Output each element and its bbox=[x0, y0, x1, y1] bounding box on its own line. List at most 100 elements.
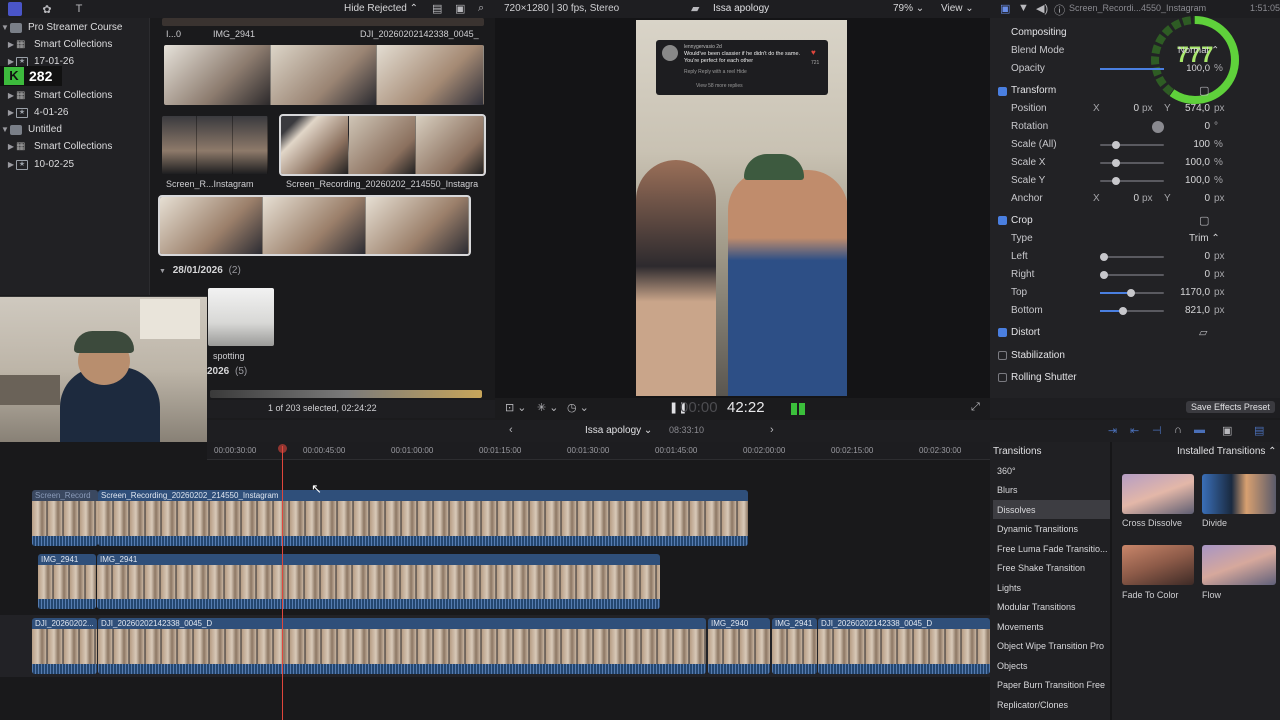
view-menu[interactable]: View ⌄ bbox=[941, 3, 974, 14]
skimming-icon[interactable]: ⊣ bbox=[1152, 424, 1162, 437]
solo-icon[interactable]: ▬ bbox=[1194, 424, 1205, 436]
transition-category[interactable]: Modular Transitions bbox=[993, 598, 1110, 617]
stabilization-checkbox[interactable] bbox=[998, 351, 1007, 360]
transition-thumb-divide[interactable] bbox=[1202, 474, 1276, 514]
titles-icon[interactable]: T bbox=[72, 2, 86, 16]
opacity-value[interactable]: 100,0 bbox=[1170, 63, 1210, 74]
disclosure-right-icon[interactable]: ▶ bbox=[6, 40, 16, 49]
crop-right-slider[interactable] bbox=[1100, 271, 1164, 279]
transition-category[interactable]: Replicator/Clones bbox=[993, 695, 1110, 714]
hide-rejected-menu[interactable]: Hide Rejected ⌃ bbox=[344, 3, 418, 14]
crop-top-value[interactable]: 1170,0 bbox=[1170, 287, 1210, 298]
transition-category[interactable]: Blurs bbox=[993, 481, 1110, 500]
position-x-value[interactable]: 0 bbox=[1115, 103, 1139, 114]
timeline-clip[interactable]: DJI_20260202142338_0045_D bbox=[98, 618, 706, 674]
transition-category[interactable]: Free Luma Fade Transitio... bbox=[993, 539, 1110, 558]
disclosure-right-icon[interactable]: ▶ bbox=[6, 142, 16, 151]
sidebar-item-smart-collections-3[interactable]: ▶ ▦ Smart Collections bbox=[6, 138, 112, 155]
crop-bottom-value[interactable]: 821,0 bbox=[1170, 305, 1210, 316]
scale-x-slider[interactable] bbox=[1100, 159, 1164, 167]
timeline-clip[interactable]: IMG_2941 bbox=[38, 554, 96, 609]
disclosure-right-icon[interactable]: ▶ bbox=[6, 57, 16, 66]
timeline-clip[interactable]: DJI_20260202142338_0045_D bbox=[818, 618, 990, 674]
crop-top-slider[interactable] bbox=[1100, 289, 1164, 297]
clip-thumbnail[interactable] bbox=[162, 18, 484, 26]
year-group-header[interactable]: 2026 (5) bbox=[207, 366, 247, 377]
clip-thumbnail-screen-rec-2[interactable] bbox=[279, 114, 486, 176]
sidebar-item-smart-collections-1[interactable]: ▶ ▦ Smart Collections bbox=[6, 36, 112, 53]
timeline-clip[interactable]: IMG_2940 bbox=[708, 618, 770, 674]
transition-category[interactable]: Lights bbox=[993, 578, 1110, 597]
clip-thumbnail[interactable] bbox=[210, 390, 482, 398]
video-inspector-icon[interactable]: ▣ bbox=[1000, 2, 1010, 15]
save-effects-preset-button[interactable]: Save Effects Preset bbox=[1186, 401, 1275, 413]
distort-checkbox[interactable] bbox=[998, 328, 1007, 337]
timeline-clip[interactable]: IMG_2941 bbox=[97, 554, 660, 609]
disclosure-right-icon[interactable]: ▶ bbox=[6, 160, 16, 169]
fullscreen-icon[interactable]: ⤢ bbox=[971, 401, 980, 414]
back-arrow-icon[interactable]: ‹ bbox=[509, 424, 513, 436]
transition-thumb-cross-dissolve[interactable] bbox=[1122, 474, 1194, 514]
clip-thumbnail-dji[interactable] bbox=[164, 45, 484, 105]
scale-x-value[interactable]: 100,0 bbox=[1175, 157, 1210, 168]
scale-y-value[interactable]: 100,0 bbox=[1175, 175, 1210, 186]
timeline-clip[interactable]: IMG_2941 bbox=[772, 618, 817, 674]
library-row[interactable]: ▼ Pro Streamer Course bbox=[0, 19, 122, 36]
disclosure-right-icon[interactable]: ▶ bbox=[6, 108, 16, 117]
blend-mode-select[interactable]: Normal ⌃ bbox=[1178, 45, 1219, 56]
magic-wand-icon[interactable]: ✳ ⌄ bbox=[537, 401, 559, 414]
crop-right-value[interactable]: 0 bbox=[1190, 269, 1210, 280]
scale-all-value[interactable]: 100 bbox=[1180, 139, 1210, 150]
transition-thumb-flow[interactable] bbox=[1202, 545, 1276, 585]
transition-category[interactable]: Dissolves bbox=[993, 500, 1110, 519]
position-y-value[interactable]: 574,0 bbox=[1178, 103, 1210, 114]
audio-inspector-icon[interactable]: ◀) bbox=[1036, 2, 1048, 15]
effects-browser-icon[interactable]: ▣ bbox=[1222, 424, 1232, 437]
transition-category[interactable]: 360° bbox=[993, 461, 1110, 480]
rolling-shutter-checkbox[interactable] bbox=[998, 373, 1007, 382]
rotation-value[interactable]: 0 bbox=[1190, 121, 1210, 132]
libraries-icon[interactable] bbox=[8, 2, 22, 16]
crop-left-value[interactable]: 0 bbox=[1190, 251, 1210, 262]
transition-category[interactable]: Movements bbox=[993, 617, 1110, 636]
disclosure-down-icon[interactable]: ▼ bbox=[0, 125, 10, 134]
scale-all-slider[interactable] bbox=[1100, 141, 1164, 149]
info-inspector-icon[interactable]: ⓘ bbox=[1054, 2, 1065, 18]
sidebar-item-library-untitled[interactable]: ▼ Untitled bbox=[0, 121, 62, 138]
crop-onscreen-icon[interactable]: ▢ bbox=[1199, 214, 1209, 227]
crop-tool-icon[interactable]: ⊡ ⌄ bbox=[505, 401, 527, 414]
rotation-dial[interactable] bbox=[1152, 121, 1164, 133]
crop-left-slider[interactable] bbox=[1100, 253, 1164, 261]
transition-thumb-fade-to-color[interactable] bbox=[1122, 545, 1194, 585]
playhead[interactable] bbox=[282, 446, 283, 720]
opacity-slider[interactable] bbox=[1100, 68, 1164, 70]
timeline-clip[interactable]: Screen_Record bbox=[32, 490, 98, 546]
zoom-menu[interactable]: 79% ⌄ bbox=[893, 3, 924, 14]
transform-onscreen-icon[interactable]: ▢ bbox=[1199, 84, 1209, 97]
transition-category[interactable]: Free Shake Transition bbox=[993, 559, 1110, 578]
sidebar-item-smart-collections-2[interactable]: ▶ ▦ Smart Collections bbox=[6, 87, 112, 104]
clip-appearance-icon[interactable]: ▤ bbox=[432, 2, 442, 15]
crop-type-select[interactable]: Trim ⌃ bbox=[1189, 233, 1220, 244]
crop-bottom-slider[interactable] bbox=[1100, 307, 1164, 315]
sidebar-item-event-2[interactable]: ▶ ★ 4-01-26 bbox=[6, 104, 69, 121]
clip-thumbnail-screen-rec-1[interactable] bbox=[162, 116, 268, 174]
disclosure-down-icon[interactable]: ▼ bbox=[159, 268, 166, 275]
anchor-y-value[interactable]: 0 bbox=[1190, 193, 1210, 204]
date-group-header[interactable]: ▼ 28/01/2026 (2) bbox=[159, 265, 241, 276]
scale-y-slider[interactable] bbox=[1100, 177, 1164, 185]
crop-checkbox[interactable] bbox=[998, 216, 1007, 225]
anchor-x-value[interactable]: 0 bbox=[1115, 193, 1139, 204]
clip-thumbnail-spotting[interactable] bbox=[208, 288, 274, 346]
photos-icon[interactable]: ✿ bbox=[40, 2, 54, 16]
disclosure-down-icon[interactable]: ▼ bbox=[0, 23, 10, 32]
installed-transitions-menu[interactable]: Installed Transitions ⌃ bbox=[1177, 446, 1277, 457]
playhead-handle[interactable] bbox=[278, 444, 287, 453]
disclosure-right-icon[interactable]: ▶ bbox=[6, 91, 16, 100]
transform-checkbox[interactable] bbox=[998, 87, 1007, 96]
transition-category[interactable]: Object Wipe Transition Pro bbox=[993, 637, 1110, 656]
distort-onscreen-icon[interactable]: ▱ bbox=[1199, 326, 1207, 339]
transition-category[interactable]: Objects bbox=[993, 656, 1110, 675]
color-inspector-icon[interactable]: ▼ bbox=[1018, 2, 1029, 14]
filmstrip-view-icon[interactable]: ▣ bbox=[455, 2, 465, 15]
